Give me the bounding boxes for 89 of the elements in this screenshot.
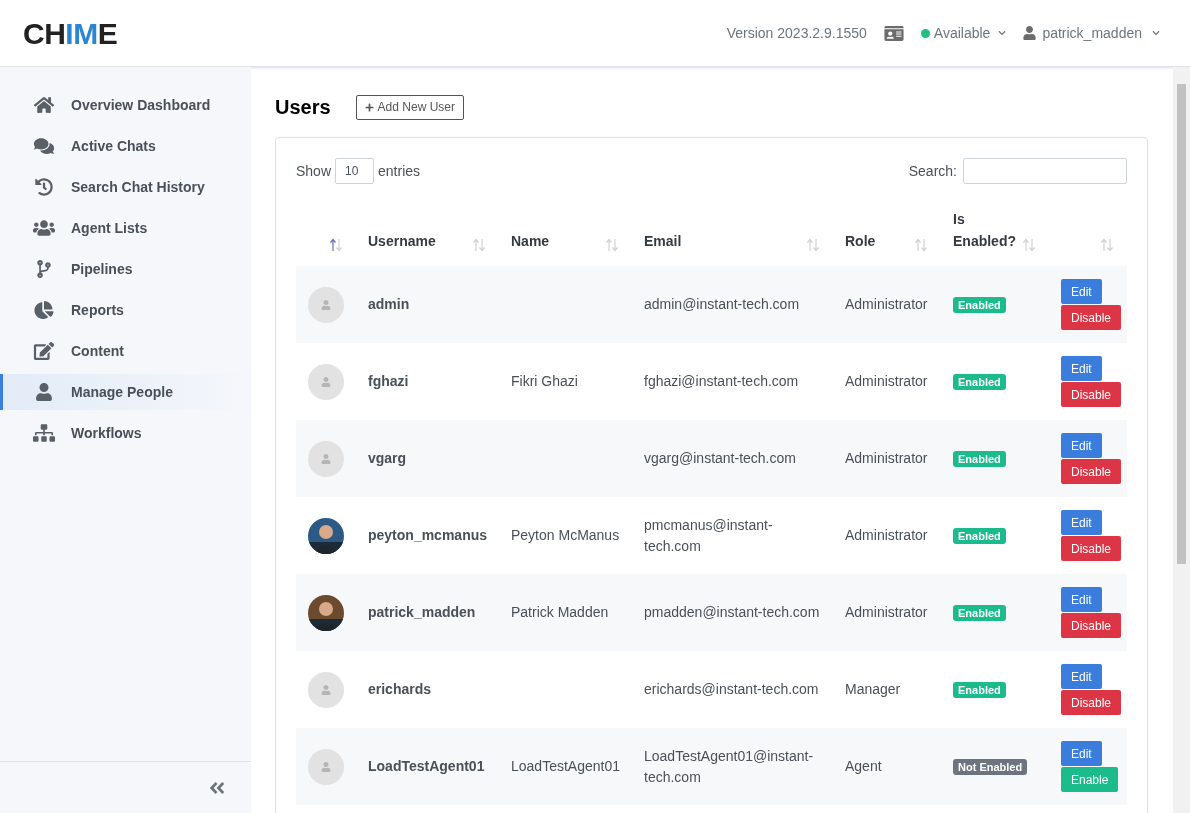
status-badge: Enabled [953, 451, 1006, 467]
person-icon [321, 299, 331, 310]
table-cell: Administrator [845, 450, 928, 466]
people-icon [33, 219, 55, 237]
toggle-button[interactable]: Disable [1061, 613, 1122, 638]
version-text: Version 2023.2.9.1550 [726, 23, 867, 43]
table-cell: LoadTestAgent01@instant-tech.com [644, 747, 814, 785]
tree-icon [33, 424, 55, 442]
table-cell: Administrator [845, 373, 928, 389]
id-card-icon[interactable] [883, 24, 904, 42]
table-cell: Administrator [845, 604, 928, 620]
table-cell: fghazi@instant-tech.com [644, 373, 799, 389]
table-cell: fghazi [368, 373, 409, 389]
sidebar-item[interactable]: Pipelines [0, 251, 251, 287]
table-cell: patrick_madden [368, 604, 476, 620]
table-cell: Manager [845, 681, 901, 697]
edit-button[interactable]: Edit [1061, 356, 1102, 381]
edit-button[interactable]: Edit [1061, 433, 1102, 458]
toggle-button[interactable]: Disable [1061, 536, 1122, 561]
edit-button[interactable]: Edit [1061, 510, 1102, 535]
edit-button[interactable]: Edit [1061, 587, 1102, 612]
status-badge: Enabled [953, 374, 1006, 390]
person-icon [321, 453, 331, 464]
edit-button[interactable]: Edit [1061, 664, 1102, 689]
toggle-button[interactable]: Disable [1061, 305, 1122, 330]
entries-label: entries [378, 161, 421, 181]
edit-icon [33, 342, 55, 360]
sidebar-item[interactable]: Agent Lists [0, 210, 251, 246]
status-badge: Enabled [953, 528, 1006, 544]
caret-icon [1152, 29, 1160, 37]
table-cell: LoadTestAgent01 [368, 758, 485, 774]
sidebar-item[interactable]: Reports [0, 292, 251, 328]
table-cell: Patrick Madden [511, 604, 609, 620]
toggle-button[interactable]: Disable [1061, 459, 1122, 484]
edit-button[interactable]: Edit [1061, 279, 1102, 304]
show-label: Show [296, 161, 332, 181]
edit-button[interactable]: Edit [1061, 741, 1102, 766]
sidebar-item[interactable]: Search Chat History [0, 169, 251, 205]
person-icon [33, 383, 55, 401]
toggle-button[interactable]: Disable [1061, 382, 1122, 407]
sidebar-item[interactable]: Workflows [0, 415, 251, 451]
logo: CHIME [23, 15, 118, 52]
user-menu[interactable]: patrick_madden [1023, 22, 1160, 44]
person-icon [1023, 26, 1037, 40]
status-badge: Enabled [953, 682, 1006, 698]
table-cell: Administrator [845, 296, 928, 312]
status-badge: Enabled [953, 605, 1006, 621]
column-header[interactable]: Email [644, 230, 714, 252]
sort-icon[interactable] [330, 238, 342, 252]
person-icon [321, 684, 331, 695]
table-cell: erichards [368, 681, 432, 697]
plus-icon [364, 102, 374, 112]
caret-icon [998, 29, 1007, 37]
toggle-button[interactable]: Disable [1061, 690, 1122, 715]
page-title: Users [275, 95, 331, 120]
column-header[interactable]: Is Enabled? [953, 208, 1023, 252]
status-badge: Not Enabled [953, 759, 1028, 775]
table-cell: erichards@instant-tech.com [644, 681, 819, 697]
table-cell: vgarg@instant-tech.com [644, 450, 796, 466]
sidebar-item[interactable]: Content [0, 333, 251, 369]
table-cell: admin [368, 296, 410, 312]
search-field[interactable] [963, 158, 1127, 184]
person-icon [321, 761, 331, 772]
search-label: Search: [908, 161, 957, 181]
scrollbar[interactable] [1173, 67, 1190, 813]
table-cell: admin@instant-tech.com [644, 296, 800, 312]
table-cell: vgarg [368, 450, 407, 466]
sidebar-item[interactable]: Overview Dashboard [0, 87, 251, 123]
table-cell: Peyton McManus [511, 527, 620, 543]
pie-chart-icon [33, 301, 55, 319]
status-badge: Enabled [953, 297, 1006, 313]
column-header[interactable]: Role [845, 230, 915, 252]
add-user-button[interactable]: Add New User [355, 94, 464, 120]
table-cell: Administrator [845, 527, 928, 543]
column-header[interactable]: Name [511, 230, 581, 252]
history-icon [33, 178, 55, 196]
column-header[interactable]: Username [368, 230, 438, 252]
table-cell: Agent [845, 758, 882, 774]
table-cell: pmadden@instant-tech.com [644, 604, 820, 620]
table-cell: peyton_mcmanus [368, 527, 488, 543]
table-cell: LoadTestAgent01 [511, 758, 620, 774]
table-cell: Fikri Ghazi [511, 373, 578, 389]
person-icon [321, 376, 331, 387]
sidebar-item[interactable]: Active Chats [0, 128, 251, 164]
status-dropdown[interactable]: Available [920, 22, 1007, 44]
page-size-select[interactable]: 10 [335, 158, 375, 184]
table-cell: pmcmanus@instant-tech.com [644, 516, 773, 554]
chat-bubbles-icon [33, 137, 55, 155]
home-icon [33, 96, 55, 114]
